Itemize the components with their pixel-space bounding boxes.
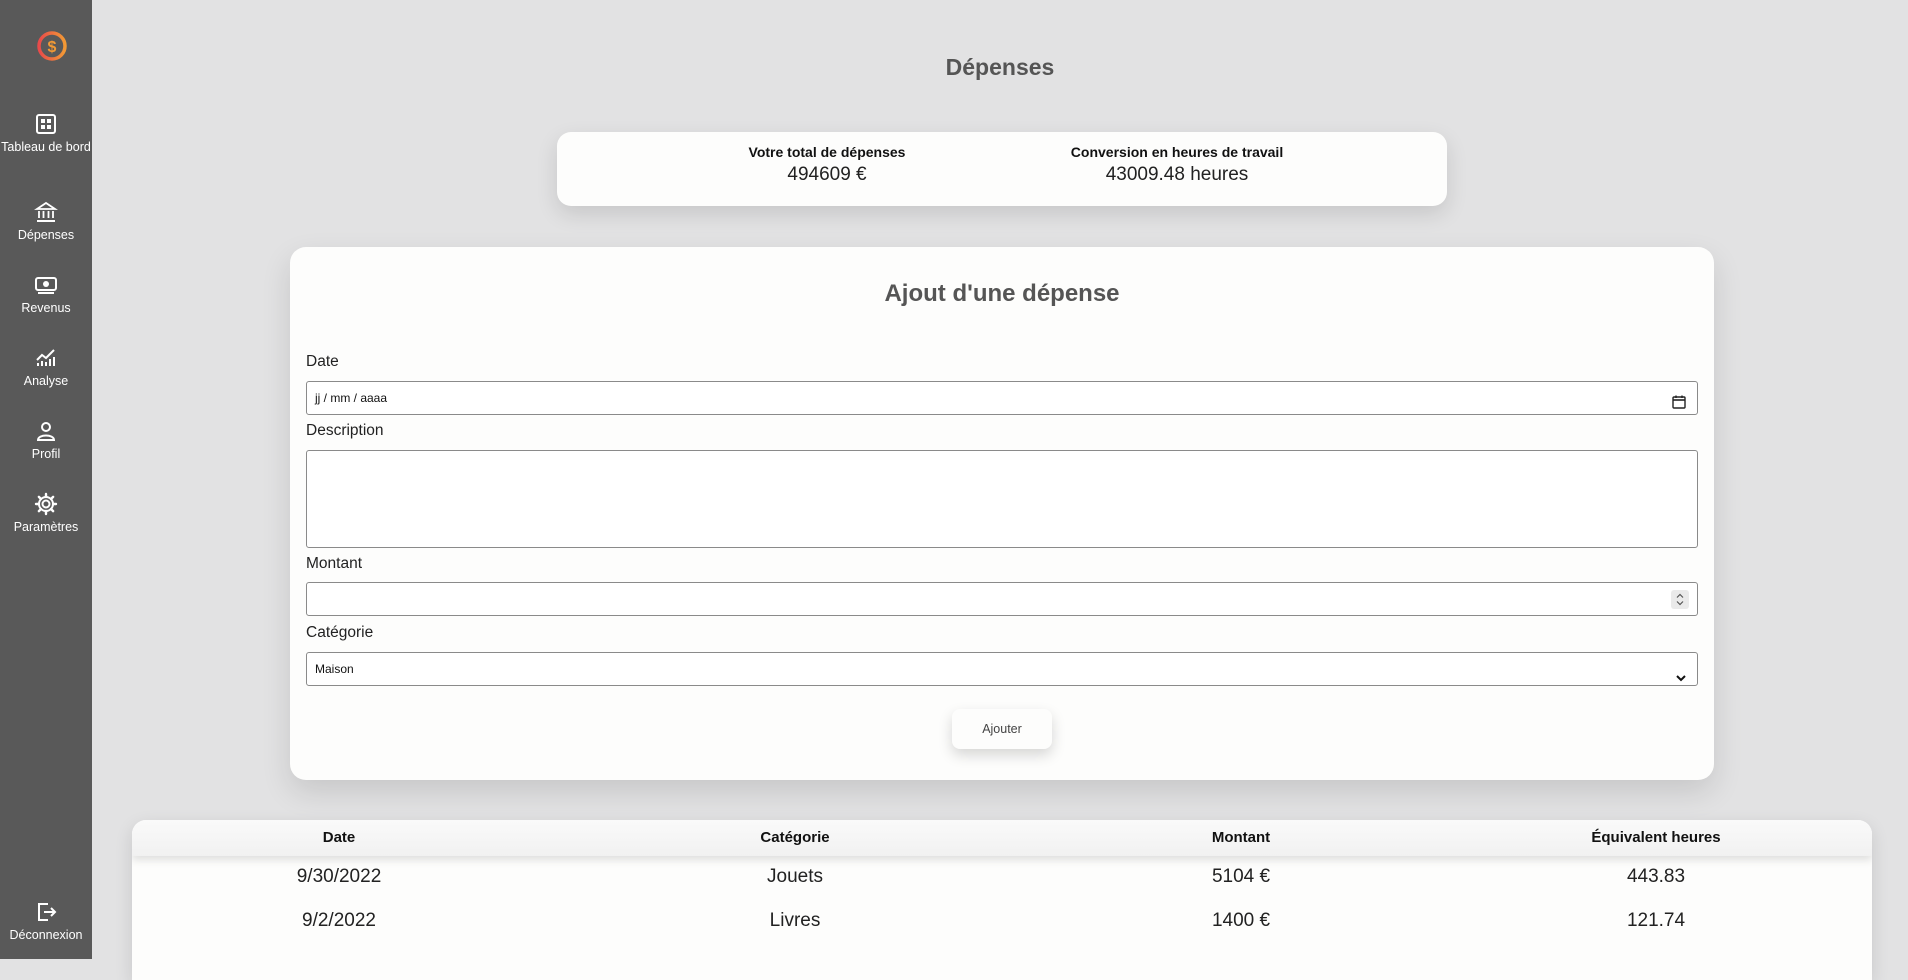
cell-categorie: Jouets [767,866,823,887]
summary-card: Votre total de dépenses 494609 € Convers… [557,132,1447,206]
amount-label: Montant [306,555,363,572]
category-selected: Maison [315,662,354,676]
add-button[interactable]: Ajouter [952,709,1052,749]
sidebar-item-label: Analyse [23,374,69,388]
cell-categorie: Livres [769,910,821,931]
chart-line-icon [34,346,58,370]
cell-montant: 5104 € [1211,866,1271,887]
cell-date: 9/30/2022 [296,866,382,887]
sidebar-item-label: Profil [31,447,61,461]
person-icon [34,419,58,443]
svg-text:$: $ [48,39,57,56]
column-header-date[interactable]: Date [139,829,539,846]
table-header: Date Catégorie Montant Équivalent heures [132,820,1872,856]
sidebar-item-label: Revenus [21,301,71,315]
dashboard-icon [34,112,58,136]
bank-icon [34,200,58,224]
hours-label: Conversion en heures de travail [1070,144,1284,160]
amount-stepper[interactable] [1671,590,1689,609]
gear-icon [34,492,58,516]
app-logo[interactable]: $ [14,26,70,66]
sidebar-item-label: Paramètres [13,520,79,534]
category-label: Catégorie [306,624,374,641]
sidebar-item-dashboard[interactable]: Tableau de bord [0,112,92,155]
description-field[interactable] [306,450,1698,548]
cell-heures: 443.83 [1626,866,1686,887]
cell-date: 9/2/2022 [302,910,376,931]
total-value: 494609 € [787,164,867,185]
expenses-table: Date Catégorie Montant Équivalent heures… [132,820,1872,980]
chevron-down-icon [1675,664,1687,682]
logout-button[interactable]: Déconnexion [0,900,92,943]
sidebar-item-profil[interactable]: Profil [0,419,92,462]
column-header-categorie[interactable]: Catégorie [595,829,995,846]
logout-icon [34,900,58,924]
hours-value: 43009.48 heures [1105,164,1249,185]
sidebar-item-label: Dépenses [17,228,75,242]
calendar-icon[interactable] [1671,390,1687,409]
cash-icon [34,273,58,297]
sidebar: $ Tableau de bord Dépenses Revenus Analy… [0,0,92,959]
hours-stat: Conversion en heures de travail 43009.48… [1027,144,1327,186]
column-header-montant[interactable]: Montant [1041,829,1441,846]
total-label: Votre total de dépenses [748,144,906,160]
date-field[interactable]: jj / mm / aaaa [306,381,1698,415]
main-content: Dépenses Votre total de dépenses 494609 … [92,0,1908,980]
total-stat: Votre total de dépenses 494609 € [697,144,957,186]
sidebar-item-parametres[interactable]: Paramètres [0,492,92,535]
sidebar-item-analyse[interactable]: Analyse [0,346,92,389]
sidebar-item-label: Tableau de bord [1,140,91,154]
logout-label: Déconnexion [9,928,83,942]
add-expense-form: Ajout d'une dépense Date jj / mm / aaaa … [290,247,1714,780]
page-title: Dépenses [945,54,1055,80]
sidebar-item-revenus[interactable]: Revenus [0,273,92,316]
category-select[interactable]: Maison [306,652,1698,686]
date-label: Date [306,353,339,370]
description-label: Description [306,422,384,439]
sidebar-item-depenses[interactable]: Dépenses [0,200,92,243]
column-header-heures[interactable]: Équivalent heures [1456,829,1856,846]
cell-montant: 1400 € [1211,910,1271,931]
cell-heures: 121.74 [1626,910,1686,931]
form-title: Ajout d'une dépense [884,280,1120,307]
amount-field[interactable] [306,582,1698,616]
date-placeholder: jj / mm / aaaa [315,391,388,405]
